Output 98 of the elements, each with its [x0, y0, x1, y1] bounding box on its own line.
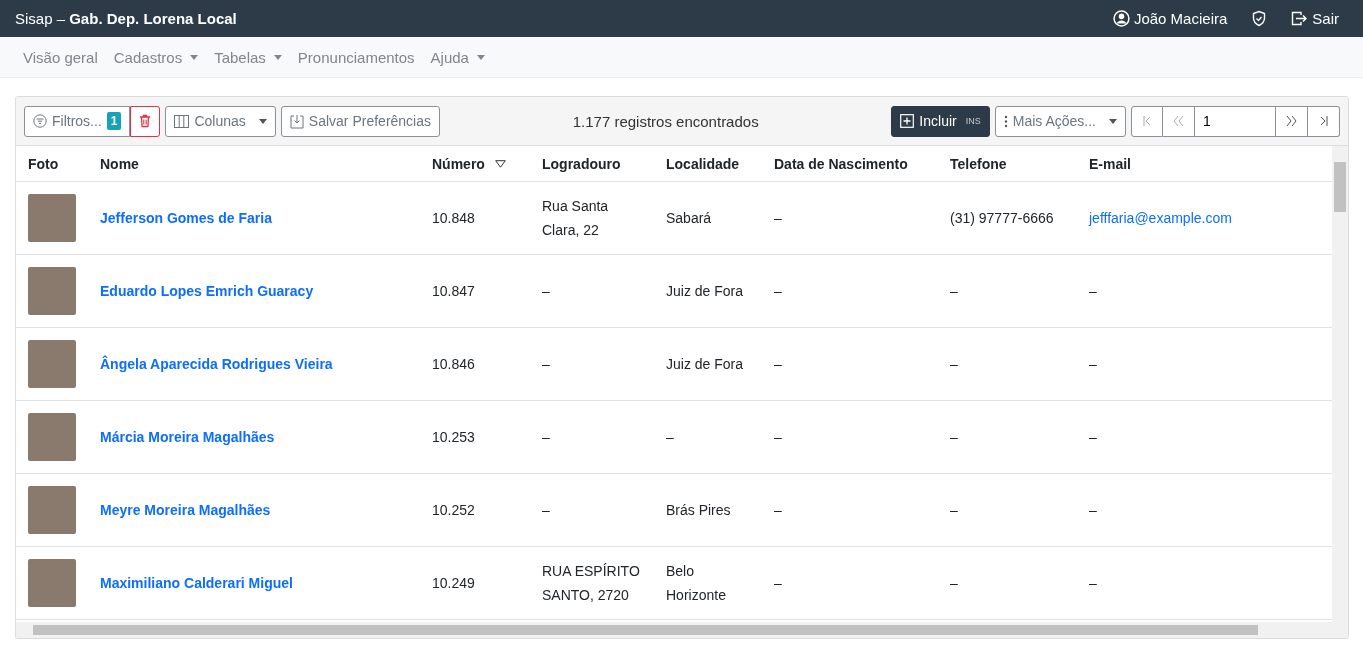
- column-header[interactable]: Telefone: [938, 146, 1077, 182]
- table-cell: RUA ESPÍRITO SANTO, 2720: [542, 563, 640, 603]
- shield-check-icon: [1251, 10, 1268, 27]
- next-page-button[interactable]: [1276, 105, 1308, 137]
- table-cell: –: [950, 356, 958, 372]
- table-cell: Juiz de Fora: [666, 356, 744, 372]
- photo-placeholder: [28, 486, 76, 534]
- name-link[interactable]: Eduardo Lopes Emrich Guaracy: [100, 283, 314, 299]
- vertical-scrollbar[interactable]: [1332, 146, 1348, 622]
- table-cell: –: [542, 429, 550, 445]
- trash-icon: [139, 114, 152, 128]
- photo-placeholder: [28, 194, 76, 242]
- table-cell: –: [950, 502, 958, 518]
- table-cell: –: [542, 502, 550, 518]
- column-header[interactable]: Localidade: [654, 146, 762, 182]
- columns-icon: [174, 114, 190, 128]
- table-cell: –: [774, 283, 782, 299]
- table-cell: 10.847: [432, 283, 475, 299]
- nav-menu-item[interactable]: Ajuda: [422, 48, 493, 66]
- add-button[interactable]: Incluir INS: [891, 105, 990, 137]
- filter-icon: [33, 114, 47, 128]
- table-cell: –: [1089, 283, 1097, 299]
- first-page-icon: [1143, 115, 1151, 127]
- column-header[interactable]: Data de Nascimento: [762, 146, 938, 182]
- table-cell: –: [542, 356, 550, 372]
- logout-link[interactable]: Sair: [1282, 2, 1348, 35]
- table-cell: Sabará: [666, 210, 712, 226]
- logout-icon: [1291, 11, 1309, 26]
- first-page-button[interactable]: [1131, 105, 1163, 137]
- filters-button[interactable]: Filtros... 1: [24, 105, 131, 137]
- table-cell: –: [774, 356, 782, 372]
- column-header[interactable]: Número: [420, 146, 530, 182]
- table-cell: 10.249: [432, 575, 475, 591]
- table-cell: (31) 97777-6666: [950, 210, 1054, 226]
- column-header[interactable]: Nome: [88, 146, 420, 182]
- filter-count-badge: 1: [106, 112, 122, 130]
- columns-button[interactable]: Colunas: [165, 105, 276, 137]
- sort-descending-icon: [494, 159, 506, 168]
- table-cell: –: [1089, 575, 1097, 591]
- shortcut-hint: INS: [965, 116, 981, 126]
- column-header[interactable]: Logradouro: [530, 146, 654, 182]
- email-link[interactable]: jefffaria@example.com: [1089, 210, 1232, 226]
- caret-icon: [476, 54, 485, 60]
- table-cell: 10.846: [432, 356, 475, 372]
- table-cell: –: [774, 210, 782, 226]
- name-link[interactable]: Ângela Aparecida Rodrigues Vieira: [100, 356, 333, 372]
- more-actions-button[interactable]: Mais Ações...: [994, 105, 1126, 137]
- nav-menu-item[interactable]: Cadastros: [105, 48, 207, 66]
- table-cell: –: [1089, 429, 1097, 445]
- table-cell: –: [666, 429, 674, 445]
- download-icon: [289, 113, 304, 129]
- records-count: 1.177 registros encontrados: [571, 112, 760, 130]
- name-link[interactable]: Márcia Moreira Magalhães: [100, 429, 275, 445]
- photo-placeholder: [28, 413, 76, 461]
- caret-icon: [190, 54, 199, 60]
- table-cell: –: [1089, 356, 1097, 372]
- last-page-button[interactable]: [1308, 105, 1340, 137]
- name-link[interactable]: Jefferson Gomes de Faria: [100, 210, 272, 226]
- table-cell: Brás Pires: [666, 502, 731, 518]
- table-cell: Rua Santa Clara, 22: [542, 198, 609, 238]
- table-cell: –: [1089, 502, 1097, 518]
- previous-page-button[interactable]: [1163, 105, 1195, 137]
- app-title: Sisap – Gab. Dep. Lorena Local: [15, 10, 237, 27]
- table-cell: 10.848: [432, 210, 475, 226]
- plus-square-icon: [900, 114, 915, 128]
- column-header[interactable]: Foto: [16, 146, 88, 182]
- photo-placeholder: [28, 559, 76, 607]
- table-cell: –: [950, 575, 958, 591]
- user-link[interactable]: João Macieira: [1103, 2, 1237, 35]
- table-cell: 10.253: [432, 429, 475, 445]
- table-cell: –: [950, 429, 958, 445]
- save-preferences-button[interactable]: Salvar Preferências: [280, 105, 440, 137]
- nav-menu-item[interactable]: Pronunciamentos: [289, 48, 423, 66]
- page-number-input[interactable]: 1: [1195, 105, 1276, 137]
- double-chevron-left-icon: [1173, 115, 1184, 127]
- caret-icon: [1109, 118, 1117, 124]
- table-cell: –: [774, 575, 782, 591]
- clear-filters-button[interactable]: [130, 105, 161, 137]
- name-link[interactable]: Maximiliano Calderari Miguel: [100, 575, 293, 591]
- name-link[interactable]: Meyre Moreira Magalhães: [100, 502, 271, 518]
- table-cell: –: [542, 283, 550, 299]
- double-chevron-right-icon: [1286, 115, 1297, 127]
- table-cell: –: [774, 502, 782, 518]
- photo-placeholder: [28, 267, 76, 315]
- horizontal-scrollbar[interactable]: [16, 622, 1348, 638]
- table-cell: –: [950, 283, 958, 299]
- vertical-dots-icon: [1003, 114, 1008, 128]
- nav-menu-item[interactable]: Visão geral: [15, 48, 106, 66]
- user-icon: [1112, 10, 1130, 27]
- last-page-icon: [1319, 115, 1328, 127]
- table-cell: –: [774, 429, 782, 445]
- table-cell: Juiz de Fora: [666, 283, 744, 299]
- table-cell: 10.252: [432, 502, 475, 518]
- table-cell: Belo Horizonte: [666, 563, 726, 603]
- caret-icon: [258, 118, 267, 124]
- photo-placeholder: [28, 340, 76, 388]
- nav-menu-item[interactable]: Tabelas: [206, 48, 290, 66]
- caret-icon: [273, 54, 282, 60]
